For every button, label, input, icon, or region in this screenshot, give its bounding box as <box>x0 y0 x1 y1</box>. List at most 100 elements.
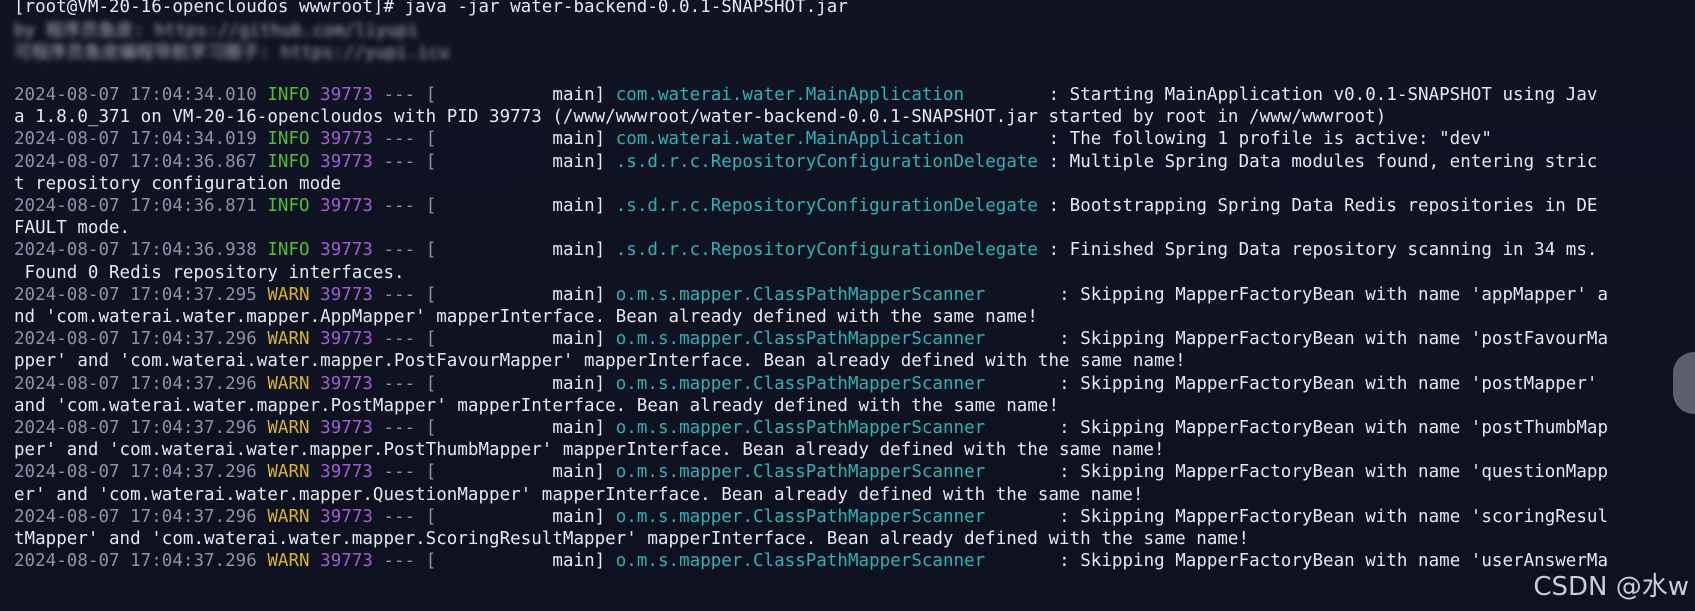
log-message: : Skipping MapperFactoryBean with name '… <box>1059 284 1609 305</box>
log-logger: o.m.s.mapper.ClassPathMapperScanner <box>615 551 986 572</box>
log-separator: --- [ <box>372 240 437 261</box>
log-pid: 39773 <box>320 240 373 261</box>
log-thread: main] <box>436 129 606 150</box>
log-line: 2024-08-07 17:04:37.296 WARN 39773 --- [… <box>14 549 1608 573</box>
log-thread: main] <box>436 196 606 216</box>
log-logger: com.waterai.water.MainApplication <box>615 85 965 105</box>
log-line-continuation: er' and 'com.waterai.water.mapper.Questi… <box>14 484 1144 505</box>
log-pid: 39773 <box>320 329 373 350</box>
log-timestamp: 2024-08-07 17:04:37.296 <box>14 418 257 438</box>
log-pad <box>964 129 1048 149</box>
log-line: 2024-08-07 17:04:37.296 WARN 39773 --- [… <box>14 505 1608 529</box>
log-separator: --- [ <box>372 151 437 172</box>
log-logger: o.m.s.mapper.ClassPathMapperScanner <box>615 373 986 394</box>
log-level: WARN <box>267 462 310 483</box>
log-timestamp: 2024-08-07 17:04:34.019 <box>14 129 257 150</box>
log-separator: --- [ <box>372 551 437 572</box>
log-level: INFO <box>267 85 310 105</box>
log-separator: --- [ <box>372 462 437 483</box>
log-line-continuation: Found 0 Redis repository interfaces. <box>14 262 405 283</box>
log-timestamp: 2024-08-07 17:04:37.296 <box>14 462 257 483</box>
log-line: 2024-08-07 17:04:36.938 INFO 39773 --- [… <box>14 238 1597 262</box>
log-pad <box>985 551 1059 571</box>
log-thread: main] <box>436 329 606 350</box>
log-level: INFO <box>267 151 310 172</box>
log-line: 2024-08-07 17:04:37.296 WARN 39773 --- [… <box>14 327 1608 351</box>
log-level: WARN <box>267 551 310 572</box>
log-timestamp: 2024-08-07 17:04:36.867 <box>14 151 257 172</box>
log-line-continuation: tMapper' and 'com.waterai.water.mapper.S… <box>14 529 1250 549</box>
log-separator: --- [ <box>372 373 437 394</box>
log-line-continuation: nd 'com.waterai.water.mapper.AppMapper' … <box>14 307 1038 327</box>
log-line-continuation: pper' and 'com.waterai.water.mapper.Post… <box>14 351 1186 372</box>
log-pad <box>1038 240 1049 260</box>
log-level: INFO <box>267 129 310 150</box>
log-level: WARN <box>267 373 310 394</box>
log-separator: --- [ <box>372 129 437 150</box>
log-level: INFO <box>267 196 310 216</box>
log-line-continuation: t repository configuration mode <box>14 173 342 194</box>
log-pad <box>985 418 1059 438</box>
log-pad <box>1038 152 1049 172</box>
log-line: 2024-08-07 17:04:37.296 WARN 39773 --- [… <box>14 416 1608 440</box>
log-level: WARN <box>267 329 310 350</box>
command-line: [root@VM-20-16-opencloudos wwwroot]# jav… <box>14 0 848 17</box>
log-timestamp: 2024-08-07 17:04:37.296 <box>14 551 257 572</box>
log-line: 2024-08-07 17:04:37.296 WARN 39773 --- [… <box>14 372 1597 396</box>
log-separator: --- [ <box>372 506 437 527</box>
log-separator: --- [ <box>372 284 437 305</box>
log-pid: 39773 <box>320 284 373 305</box>
log-pad <box>985 374 1059 394</box>
log-separator: --- [ <box>372 85 437 105</box>
log-pad <box>964 85 1048 105</box>
log-pad <box>1038 196 1049 216</box>
log-logger: .s.d.r.c.RepositoryConfigurationDelegate <box>615 196 1038 216</box>
log-line: 2024-08-07 17:04:34.010 INFO 39773 --- [… <box>14 83 1597 107</box>
scrollbar-thumb[interactable] <box>1673 352 1695 414</box>
log-timestamp: 2024-08-07 17:04:37.296 <box>14 506 257 527</box>
log-logger: o.m.s.mapper.ClassPathMapperScanner <box>615 506 986 527</box>
log-timestamp: 2024-08-07 17:04:36.871 <box>14 196 257 216</box>
log-level: WARN <box>267 506 310 527</box>
log-logger: .s.d.r.c.RepositoryConfigurationDelegate <box>615 240 1038 261</box>
log-message: : Skipping MapperFactoryBean with name '… <box>1059 373 1598 394</box>
log-thread: main] <box>436 85 606 105</box>
log-line: 2024-08-07 17:04:34.019 INFO 39773 --- [… <box>14 127 1492 151</box>
log-pad <box>985 507 1059 527</box>
terminal-window[interactable]: [root@VM-20-16-opencloudos wwwroot]# jav… <box>0 0 1695 611</box>
log-pid: 39773 <box>320 85 373 105</box>
csdn-watermark: CSDN @水w <box>1533 572 1689 602</box>
log-timestamp: 2024-08-07 17:04:37.296 <box>14 329 257 350</box>
log-pad <box>985 285 1059 305</box>
log-logger: o.m.s.mapper.ClassPathMapperScanner <box>615 284 986 305</box>
log-message: : The following 1 profile is active: "de… <box>1048 129 1492 150</box>
log-logger: com.waterai.water.MainApplication <box>615 129 965 150</box>
log-timestamp: 2024-08-07 17:04:36.938 <box>14 240 257 261</box>
log-line: 2024-08-07 17:04:36.867 INFO 39773 --- [… <box>14 150 1597 174</box>
log-message: : Skipping MapperFactoryBean with name '… <box>1059 462 1609 483</box>
log-thread: main] <box>436 240 606 261</box>
log-line: 2024-08-07 17:04:37.295 WARN 39773 --- [… <box>14 283 1608 307</box>
log-line-continuation: per' and 'com.waterai.water.mapper.PostT… <box>14 440 1165 461</box>
log-pad <box>985 329 1059 349</box>
log-pid: 39773 <box>320 418 373 438</box>
log-logger: o.m.s.mapper.ClassPathMapperScanner <box>615 462 986 483</box>
log-pid: 39773 <box>320 462 373 483</box>
log-pid: 39773 <box>320 129 373 150</box>
log-message: : Skipping MapperFactoryBean with name '… <box>1059 551 1609 572</box>
log-logger: .s.d.r.c.RepositoryConfigurationDelegate <box>615 151 1038 172</box>
log-pid: 39773 <box>320 196 373 216</box>
log-message: : Starting MainApplication v0.0.1-SNAPSH… <box>1048 85 1598 105</box>
log-thread: main] <box>436 418 606 438</box>
log-line-continuation: and 'com.waterai.water.mapper.PostMapper… <box>14 395 1060 416</box>
log-level: WARN <box>267 284 310 305</box>
log-thread: main] <box>436 151 606 172</box>
log-logger: o.m.s.mapper.ClassPathMapperScanner <box>615 418 986 438</box>
log-thread: main] <box>436 551 606 572</box>
log-thread: main] <box>436 506 606 527</box>
log-separator: --- [ <box>372 329 437 350</box>
log-line-continuation: FAULT mode. <box>14 218 131 239</box>
log-pid: 39773 <box>320 506 373 527</box>
log-timestamp: 2024-08-07 17:04:37.295 <box>14 284 257 305</box>
log-timestamp: 2024-08-07 17:04:37.296 <box>14 373 257 394</box>
